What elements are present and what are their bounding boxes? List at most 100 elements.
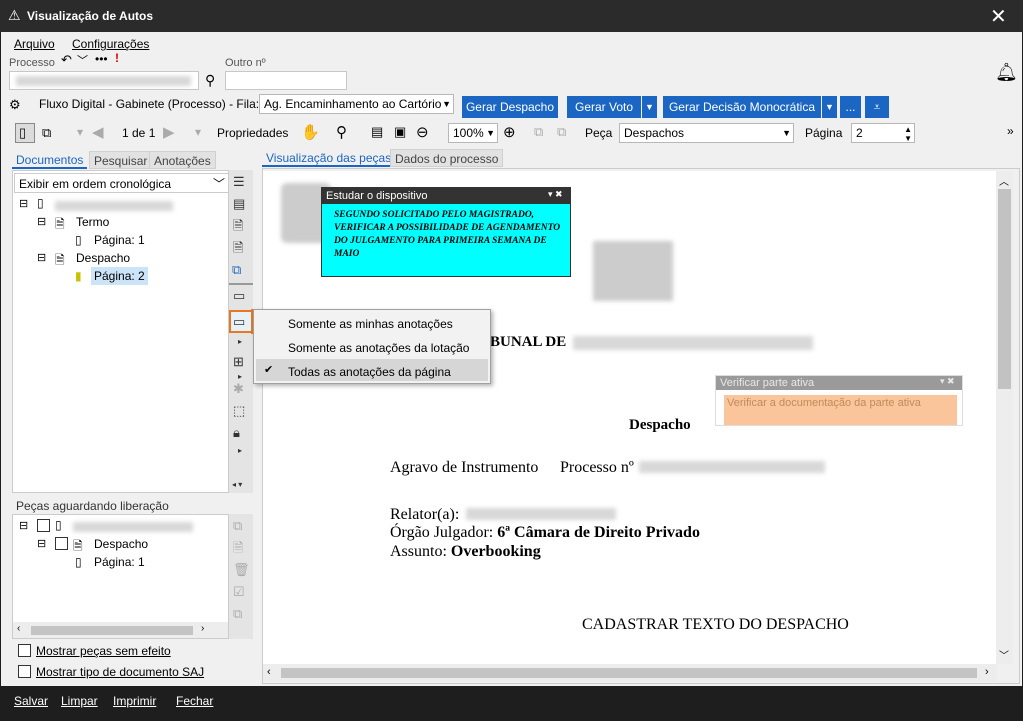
last-page-icon[interactable]: ▾ <box>195 125 201 139</box>
collapse-icon[interactable]: ⊟ <box>37 251 46 264</box>
sticky-note-dispositivo[interactable]: Estudar o dispositivo ▾ ✖ SEGUNDO SOLICI… <box>321 187 571 277</box>
prev-page-icon[interactable]: ◀ <box>92 123 104 141</box>
close-icon[interactable]: ✕ <box>990 4 1007 29</box>
search-icon[interactable]: ⚲ <box>205 72 215 89</box>
scroll-thumb[interactable] <box>31 626 193 635</box>
fechar-button[interactable]: Fechar <box>176 694 213 708</box>
fit-page-icon[interactable]: ▣ <box>394 124 406 140</box>
first-page-icon[interactable]: ▾ <box>77 125 83 139</box>
scroll-thumb[interactable] <box>281 668 977 678</box>
viewer-hscrollbar[interactable]: ‹ › <box>263 664 997 681</box>
zoom-in-icon[interactable]: ⊕ <box>503 123 516 141</box>
expand-icon[interactable]: ▸ <box>238 335 242 349</box>
gerar-despacho-button[interactable]: Gerar Despacho <box>462 96 558 118</box>
scroll-right-icon[interactable]: › <box>201 623 204 634</box>
viewer-vscrollbar[interactable]: ︿ ﹀ <box>996 171 1013 664</box>
pending-item-pagina1[interactable]: Página: 1 <box>94 555 145 569</box>
tab-visualizacao[interactable]: Visualização das peças <box>262 149 396 167</box>
note-menu-icon[interactable]: ▾ ✖ <box>940 376 955 387</box>
tab-pesquisar[interactable]: Pesquisar <box>89 151 153 169</box>
salvar-button[interactable]: Salvar <box>14 694 48 708</box>
tree-item-despacho[interactable]: Despacho <box>76 251 130 265</box>
menu-item-todas[interactable]: Todas as anotações da página <box>288 365 451 379</box>
compare-icon[interactable]: ⧉ <box>232 263 241 277</box>
order-select[interactable]: Exibir em ordem cronológica ﹀ <box>14 173 229 193</box>
tab-anotacoes[interactable]: Anotações <box>149 151 216 169</box>
next-page-icon[interactable]: ▶ <box>163 123 175 141</box>
lock-icon[interactable]: 🔒︎ <box>233 426 240 440</box>
print-icon[interactable]: ▤ <box>233 197 245 211</box>
expand-icon[interactable]: ▸ <box>238 444 242 458</box>
pending-process-checkbox[interactable] <box>37 519 50 532</box>
approve-icon[interactable]: ☑ <box>233 585 245 599</box>
propriedades-button[interactable]: Propriedades <box>217 126 288 140</box>
gerar-decisao-dropdown[interactable]: ▼ <box>822 96 837 118</box>
gerar-voto-button[interactable]: Gerar Voto <box>567 96 641 118</box>
gerar-voto-dropdown[interactable]: ▼ <box>642 96 657 118</box>
collapse-icon[interactable]: ⊟ <box>19 519 28 532</box>
pagina-stepper[interactable]: 2 ▲ ▼ <box>851 123 915 143</box>
bell-icon[interactable]: 🔔︎ <box>995 62 1018 83</box>
zoom-select[interactable]: 100% ▼ <box>448 123 498 143</box>
stamp-icon[interactable]: ✱ <box>233 382 244 396</box>
sem-efeito-label[interactable]: Mostrar peças sem efeito <box>36 644 171 658</box>
scroll-arrows-icon[interactable]: ◂ ▾ <box>232 478 242 492</box>
scroll-left-icon[interactable]: ‹ <box>267 666 271 678</box>
tipo-doc-checkbox[interactable] <box>18 665 31 678</box>
processo-input[interactable] <box>9 71 199 90</box>
certificate-icon[interactable]: 🗎 <box>233 219 243 233</box>
tab-dados[interactable]: Dados do processo <box>390 149 504 167</box>
list-icon[interactable]: ☰ <box>233 175 245 189</box>
hand-icon[interactable]: ✋ <box>301 123 320 141</box>
scroll-down-icon[interactable]: ﹀ <box>999 647 1009 662</box>
release-icon[interactable]: ⧉ <box>233 519 242 533</box>
tipo-doc-label[interactable]: Mostrar tipo de documento SAJ <box>36 665 204 679</box>
stepper-arrows-icon[interactable]: ▲ ▼ <box>904 125 912 143</box>
copy-icon[interactable]: ⧉ <box>233 607 242 621</box>
cursor-icon[interactable]: ⬚ <box>233 404 245 418</box>
scroll-right-icon[interactable]: › <box>985 666 989 678</box>
zoom-out-icon[interactable]: ⊖ <box>416 123 429 141</box>
pages-icon[interactable]: ⧉ <box>42 125 51 141</box>
remove-icon[interactable]: 🗎 <box>233 241 243 255</box>
tree-item-pagina1[interactable]: Página: 1 <box>94 233 145 247</box>
note-menu-icon[interactable]: ▾ ✖ <box>548 189 563 200</box>
menu-item-lotacao[interactable]: Somente as anotações da lotação <box>288 341 469 355</box>
collapse-icon[interactable]: ⊟ <box>19 197 28 210</box>
scroll-up-icon[interactable]: ︿ <box>999 173 1009 188</box>
trash-icon[interactable]: 🗑︎ <box>233 563 250 577</box>
tree-item-termo[interactable]: Termo <box>76 215 109 229</box>
add-page-icon[interactable]: ⧉ <box>534 124 543 140</box>
menu-configuracoes[interactable]: Configurações <box>72 37 149 51</box>
search-icon[interactable]: ⚲ <box>336 123 347 141</box>
pending-despacho-checkbox[interactable] <box>55 537 68 550</box>
sem-efeito-checkbox[interactable] <box>18 644 31 657</box>
peca-select[interactable]: Despachos ▼ <box>619 123 794 143</box>
copy-page-icon[interactable]: ⧉ <box>557 124 566 140</box>
more-button[interactable]: ... <box>840 96 861 118</box>
note-icon[interactable]: ▭ <box>233 289 245 303</box>
menu-item-minhas[interactable]: Somente as minhas anotações <box>288 317 453 331</box>
annotation-filter-button[interactable]: ▭ <box>229 310 253 333</box>
collapse-icon[interactable]: ⊟ <box>37 537 46 550</box>
fila-select[interactable]: Ag. Encaminhamento ao Cartório ▼ <box>259 94 454 114</box>
imprimir-button[interactable]: Imprimir <box>113 694 156 708</box>
certificate-icon[interactable]: 🗎 <box>233 541 243 555</box>
tree-item-pagina2[interactable]: Página: 2 <box>91 267 148 285</box>
collapse-icon[interactable]: ⊟ <box>37 215 46 228</box>
chevron-down-icon[interactable]: ﹀ <box>77 52 88 68</box>
tab-documentos[interactable]: Documentos <box>12 151 88 169</box>
limpar-button[interactable]: Limpar <box>61 694 98 708</box>
pending-hscrollbar[interactable]: ‹ › <box>13 622 228 638</box>
scroll-thumb[interactable] <box>998 189 1011 389</box>
menu-arquivo[interactable]: Arquivo <box>14 37 55 51</box>
sticky-note-parte-ativa[interactable]: Verificar parte ativa ▾ ✖ Verificar a do… <box>715 375 963 426</box>
gerar-decisao-button[interactable]: Gerar Decisão Monocrática <box>663 96 821 118</box>
add-note-icon[interactable]: ⊞ <box>233 355 244 369</box>
pending-item-despacho[interactable]: Despacho <box>94 537 148 551</box>
fit-width-icon[interactable]: ▤ <box>371 124 383 140</box>
overflow-icon[interactable]: » <box>1007 124 1014 138</box>
collapse-button[interactable]: ⩡ <box>865 96 889 118</box>
undo-icon[interactable]: ↶ <box>61 52 72 68</box>
more-icon[interactable]: ••• <box>95 52 108 66</box>
